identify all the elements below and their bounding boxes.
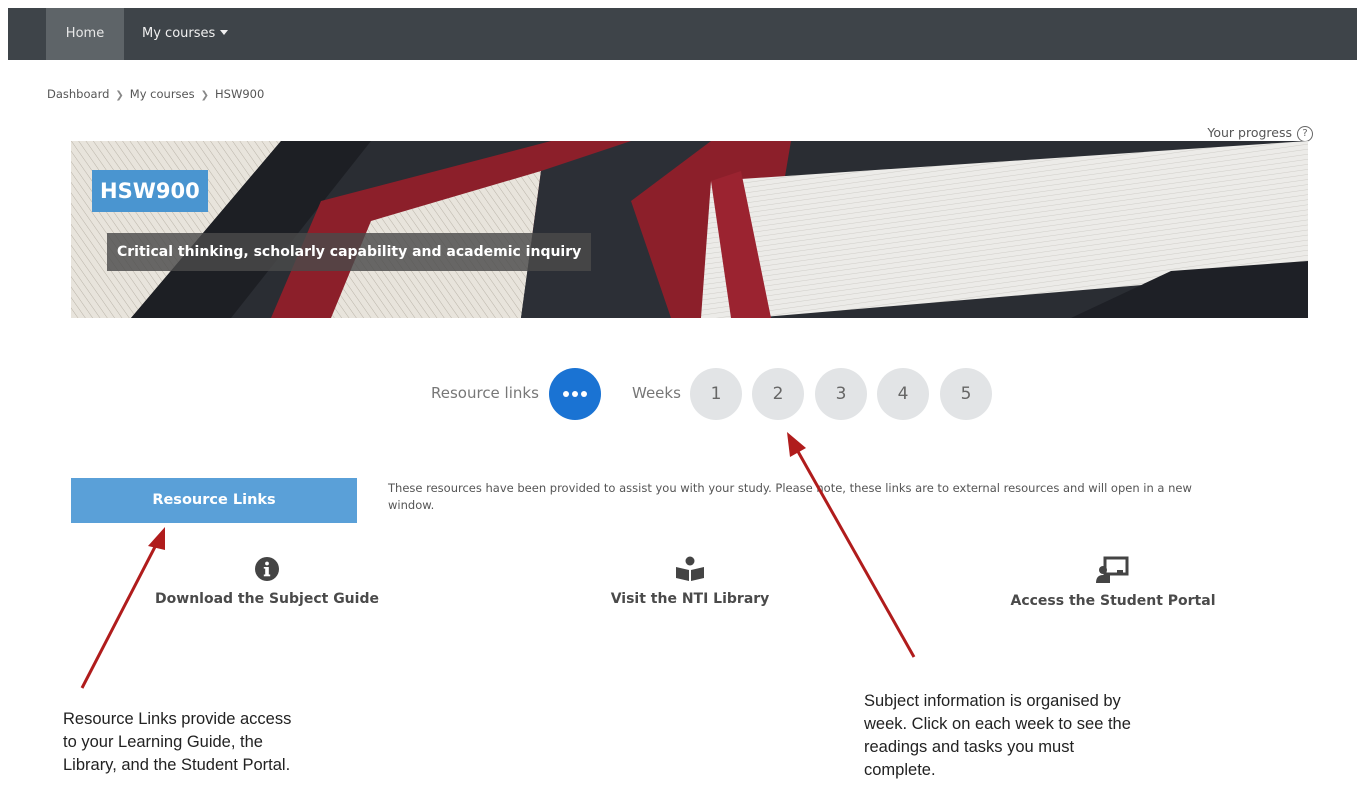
breadcrumb: Dashboard ❯ My courses ❯ HSW900	[47, 87, 264, 101]
course-code-badge: HSW900	[92, 170, 208, 212]
caret-down-icon	[220, 30, 229, 35]
access-student-portal-label: Access the Student Portal	[1010, 593, 1216, 609]
visit-nti-library-link[interactable]: Visit the NTI Library	[587, 556, 793, 607]
your-progress: Your progress?	[1207, 125, 1313, 142]
annotation-resource-links: Resource Links provide access to your Le…	[63, 708, 291, 777]
visit-nti-library-label: Visit the NTI Library	[610, 591, 770, 607]
weeks-label: Weeks	[632, 384, 681, 402]
access-student-portal-link[interactable]: Access the Student Portal	[1000, 556, 1226, 609]
week-tab-1[interactable]: 1	[690, 368, 742, 420]
resource-links-tab[interactable]	[549, 368, 601, 420]
resource-links-label: Resource links	[431, 384, 539, 402]
arrowhead-icon	[148, 527, 165, 550]
info-icon	[255, 557, 279, 581]
annotation-line: Resource Links provide access	[63, 710, 292, 728]
annotation-line: complete.	[864, 761, 936, 779]
week-tab-5[interactable]: 5	[940, 368, 992, 420]
arrowhead-icon	[787, 432, 806, 457]
annotation-line: Library, and the Student Portal.	[63, 756, 291, 774]
ellipsis-icon	[562, 368, 589, 420]
resource-links-button[interactable]: Resource Links	[71, 478, 357, 523]
annotation-weeks: Subject information is organised by week…	[864, 690, 1131, 782]
course-banner-image	[71, 141, 1308, 318]
breadcrumb-dashboard[interactable]: Dashboard	[47, 87, 109, 101]
help-circle-icon[interactable]: ?	[1297, 125, 1313, 142]
nav-my-courses-label: My courses	[142, 26, 216, 41]
nav-home-label: Home	[65, 26, 105, 41]
nav-my-courses[interactable]: My courses	[142, 8, 229, 60]
presentation-icon	[1096, 556, 1129, 583]
top-navbar: Home My courses	[8, 8, 1357, 60]
nav-home[interactable]: Home	[46, 8, 124, 60]
download-subject-guide-label: Download the Subject Guide	[155, 591, 379, 607]
week-tab-3[interactable]: 3	[815, 368, 867, 420]
week-tab-2[interactable]: 2	[752, 368, 804, 420]
week-tab-4[interactable]: 4	[877, 368, 929, 420]
annotation-line: week. Click on each week to see the	[864, 715, 1131, 733]
chevron-right-icon: ❯	[200, 90, 210, 101]
annotation-line: Subject information is organised by	[864, 692, 1121, 710]
annotation-line: to your Learning Guide, the	[63, 733, 263, 751]
breadcrumb-my-courses[interactable]: My courses	[130, 87, 195, 101]
download-subject-guide-link[interactable]: Download the Subject Guide	[140, 556, 394, 607]
resource-description: These resources have been provided to as…	[388, 481, 1192, 512]
annotation-line: readings and tasks you must	[864, 738, 1075, 756]
course-title: Critical thinking, scholarly capability …	[107, 233, 592, 271]
progress-label: Your progress	[1207, 125, 1292, 140]
book-reader-icon	[676, 556, 704, 581]
breadcrumb-course[interactable]: HSW900	[215, 87, 264, 101]
chevron-right-icon: ❯	[115, 90, 124, 101]
